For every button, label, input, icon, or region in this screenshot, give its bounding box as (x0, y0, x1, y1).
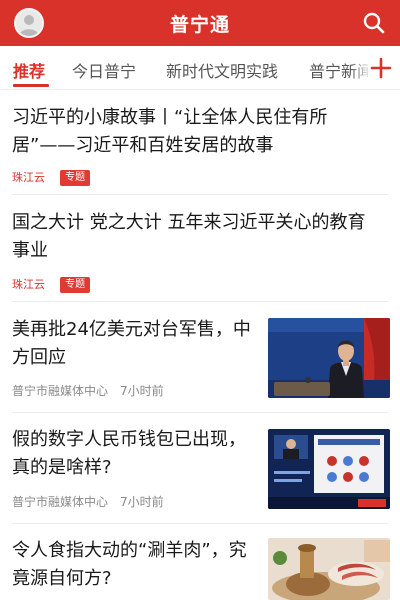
article-tags: 珠江云 专题 (12, 274, 91, 293)
article-title-line: 令人食指大动的“涮羊肉”，究 (12, 540, 247, 561)
article-card[interactable]: 美再批24亿美元对台军售，中 方回应 普宁市融媒体中心 7小时前 (0, 302, 400, 412)
app-header: 普宁通 (0, 0, 400, 46)
article-card[interactable]: 假的数字人民币钱包已出现， 真的是啥样? 普宁市融媒体中心 7小时前 (0, 413, 400, 523)
tab-today-puning[interactable]: 今日普宁 (72, 58, 136, 82)
app-title: 普宁通 (169, 14, 230, 36)
article-meta: 普宁市融媒体中心 7小时前 (12, 493, 164, 510)
search-icon[interactable] (360, 9, 388, 37)
article-title-line: 真的是啥样? (12, 457, 112, 478)
spokesperson-photo (268, 318, 390, 398)
plus-icon[interactable] (368, 54, 394, 82)
article-title-line: 居”——习近平和百姓安居的故事 (12, 135, 274, 156)
article-source: 普宁市融媒体中心 (12, 384, 109, 398)
article-card[interactable]: 国之大计 党之大计 五年来习近平关心的教育 事业 珠江云 专题 (0, 195, 400, 301)
article-title-line: 方回应 (12, 347, 66, 368)
tab-recommend[interactable]: 推荐 (13, 58, 45, 82)
channel-tab-bar: 推荐 今日普宁 新时代文明实践 普宁新闻 (0, 46, 400, 90)
article-source: 普宁市融媒体中心 (12, 495, 109, 509)
article-title: 假的数字人民币钱包已出现， 真的是啥样? (12, 426, 246, 482)
tab-civilization-practice[interactable]: 新时代文明实践 (166, 58, 278, 82)
active-tab-indicator (13, 84, 49, 87)
article-title: 习近平的小康故事丨“让全体人民住有所 居”——习近平和百姓安居的故事 (12, 104, 327, 160)
article-card[interactable]: 习近平的小康故事丨“让全体人民住有所 居”——习近平和百姓安居的故事 珠江云 专… (0, 90, 400, 194)
article-title: 国之大计 党之大计 五年来习近平关心的教育 事业 (12, 209, 365, 265)
article-title-line: 假的数字人民币钱包已出现， (12, 429, 246, 450)
topic-badge: 专题 (60, 276, 91, 293)
article-card[interactable]: 令人食指大动的“涮羊肉”，究 竟源自何方? (0, 524, 400, 600)
article-title: 美再批24亿美元对台军售，中 方回应 (12, 316, 251, 372)
article-meta: 普宁市融媒体中心 7小时前 (12, 382, 164, 399)
article-source: 珠江云 (12, 277, 45, 291)
article-title-line: 国之大计 党之大计 五年来习近平关心的教育 (12, 212, 366, 233)
article-time: 7小时前 (120, 495, 164, 509)
video-conference-photo (268, 429, 390, 509)
article-title-line: 事业 (12, 240, 48, 261)
article-time: 7小时前 (120, 384, 164, 398)
article-title-line: 竟源自何方? (12, 568, 112, 589)
article-title-line: 美再批24亿美元对台军售，中 (12, 319, 251, 340)
article-tags: 珠江云 专题 (12, 167, 91, 186)
hotpot-photo (268, 538, 390, 600)
article-source: 珠江云 (12, 170, 45, 184)
topic-badge: 专题 (60, 169, 91, 186)
article-title: 令人食指大动的“涮羊肉”，究 竟源自何方? (12, 537, 247, 593)
article-title-line: 习近平的小康故事丨“让全体人民住有所 (12, 107, 328, 128)
